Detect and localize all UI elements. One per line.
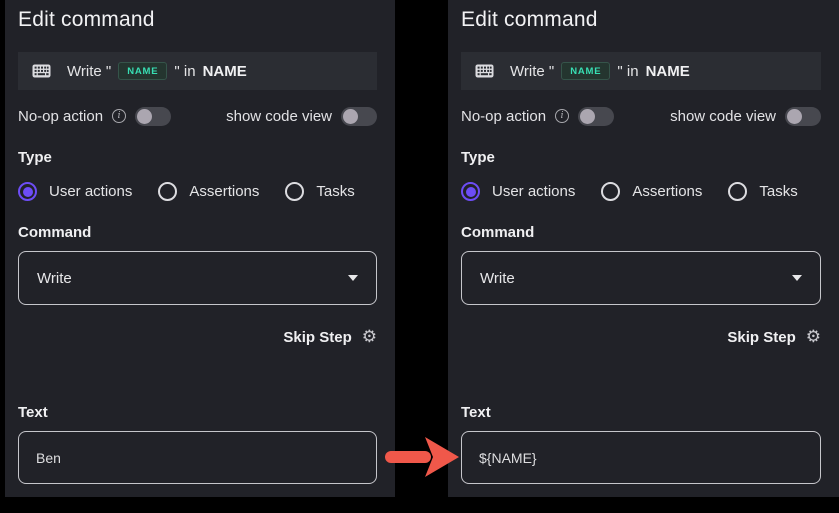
variable-badge: NAME (118, 62, 167, 81)
radio-assertions[interactable]: Assertions (601, 182, 702, 201)
command-label: Command (461, 224, 821, 241)
type-radio-group: User actions Assertions Tasks (461, 182, 821, 201)
show-code-view-label: show code view (226, 108, 332, 125)
text-label: Text (461, 404, 821, 421)
noop-action-toggle[interactable] (578, 107, 614, 126)
skip-step-row: Skip Step ⚙ (461, 327, 821, 347)
radio-icon (158, 182, 177, 201)
radio-icon (461, 182, 480, 201)
noop-action-toggle[interactable] (135, 107, 171, 126)
command-select-value: Write (37, 270, 72, 287)
summary-mid: " in (617, 63, 638, 80)
info-icon[interactable]: i (112, 109, 126, 123)
toggles-row: No-op action i show code view (461, 106, 821, 126)
text-input-value: Ben (36, 450, 61, 466)
gear-icon[interactable]: ⚙ (806, 329, 821, 346)
summary-target-field: NAME (646, 63, 690, 80)
edit-command-panel-before: Edit command Write " NAME " in (5, 0, 395, 497)
radio-user-actions[interactable]: User actions (18, 182, 132, 201)
radio-icon (601, 182, 620, 201)
radio-icon (728, 182, 747, 201)
noop-action-label: No-op action (18, 108, 103, 125)
page-title: Edit command (18, 8, 377, 32)
show-code-view-toggle[interactable] (341, 107, 377, 126)
radio-user-actions[interactable]: User actions (461, 182, 575, 201)
text-label: Text (18, 404, 377, 421)
variable-badge: NAME (561, 62, 610, 81)
chevron-down-icon (348, 275, 358, 281)
command-summary: Write " NAME " in NAME (461, 52, 821, 90)
show-code-view-label: show code view (670, 108, 776, 125)
summary-prefix: Write " (510, 63, 554, 80)
skip-step-label: Skip Step (727, 329, 795, 346)
summary-target-field: NAME (203, 63, 247, 80)
chevron-down-icon (792, 275, 802, 281)
skip-step-row: Skip Step ⚙ (18, 327, 377, 347)
type-label: Type (18, 149, 377, 166)
summary-mid: " in (174, 63, 195, 80)
keyboard-icon (32, 64, 51, 78)
summary-prefix: Write " (67, 63, 111, 80)
radio-icon (285, 182, 304, 201)
radio-tasks[interactable]: Tasks (728, 182, 797, 201)
type-radio-group: User actions Assertions Tasks (18, 182, 377, 201)
radio-assertions[interactable]: Assertions (158, 182, 259, 201)
edit-command-panel-after: Edit command Write " NAME " in (448, 0, 839, 497)
radio-icon (18, 182, 37, 201)
keyboard-icon (475, 64, 494, 78)
noop-action-label: No-op action (461, 108, 546, 125)
command-label: Command (18, 224, 377, 241)
text-input[interactable]: ${NAME} (461, 431, 821, 484)
show-code-view-toggle[interactable] (785, 107, 821, 126)
radio-tasks[interactable]: Tasks (285, 182, 354, 201)
command-summary: Write " NAME " in NAME (18, 52, 377, 90)
toggles-row: No-op action i show code view (18, 106, 377, 126)
skip-step-label: Skip Step (283, 329, 351, 346)
page-title: Edit command (461, 8, 821, 32)
arrow-right-icon (383, 435, 459, 479)
type-label: Type (461, 149, 821, 166)
command-select[interactable]: Write (18, 251, 377, 305)
command-select[interactable]: Write (461, 251, 821, 305)
info-icon[interactable]: i (555, 109, 569, 123)
text-input[interactable]: Ben (18, 431, 377, 484)
command-select-value: Write (480, 270, 515, 287)
text-input-value: ${NAME} (479, 450, 537, 466)
gear-icon[interactable]: ⚙ (362, 329, 377, 346)
